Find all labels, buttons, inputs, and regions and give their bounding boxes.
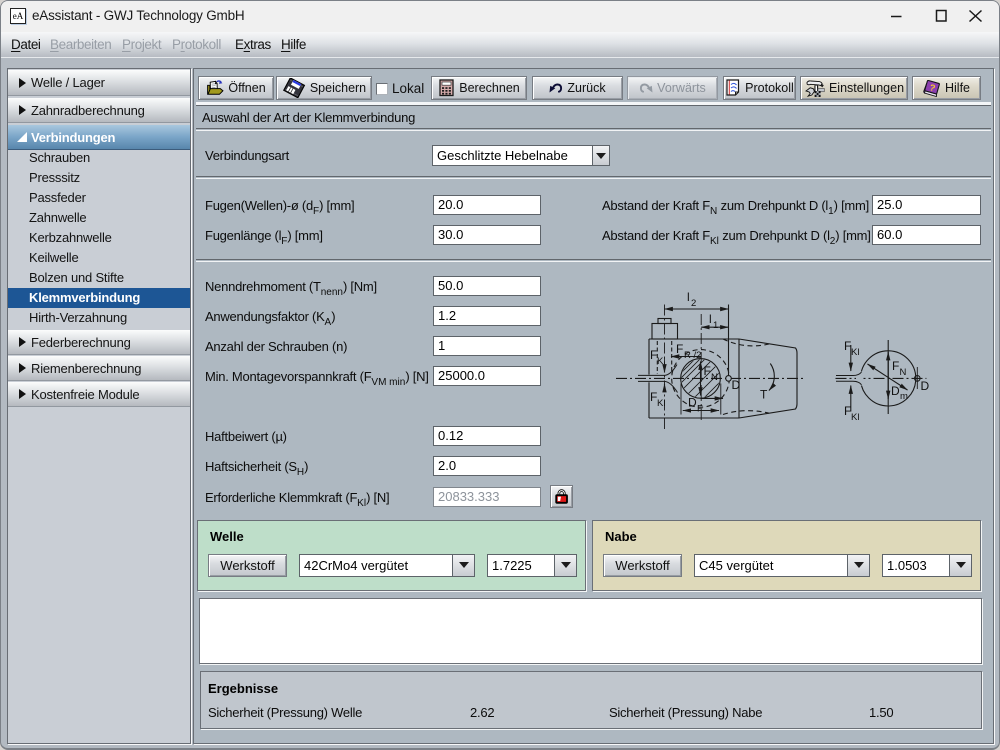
svg-text:N: N (900, 367, 907, 378)
svg-text:Kl: Kl (851, 412, 859, 423)
svg-text:F: F (676, 342, 683, 356)
svg-text:F: F (704, 364, 711, 378)
svg-text:N: N (711, 372, 718, 383)
svg-text:2: 2 (691, 298, 696, 309)
svg-text:R /2: R /2 (684, 350, 701, 361)
svg-text:Kl: Kl (851, 347, 859, 358)
svg-text:T: T (760, 388, 768, 402)
svg-text:F: F (892, 359, 899, 373)
svg-text:m: m (900, 391, 908, 402)
svg-text:Kl: Kl (657, 398, 665, 409)
svg-text:l: l (709, 312, 712, 326)
svg-text:D: D (921, 379, 930, 393)
svg-text:D: D (891, 384, 900, 398)
svg-text:Kl: Kl (657, 356, 665, 367)
svg-text:F: F (697, 404, 703, 415)
svg-text:D: D (688, 396, 697, 410)
svg-text:D: D (732, 378, 741, 392)
svg-text:l: l (687, 290, 690, 304)
svg-text:1: 1 (713, 320, 718, 331)
